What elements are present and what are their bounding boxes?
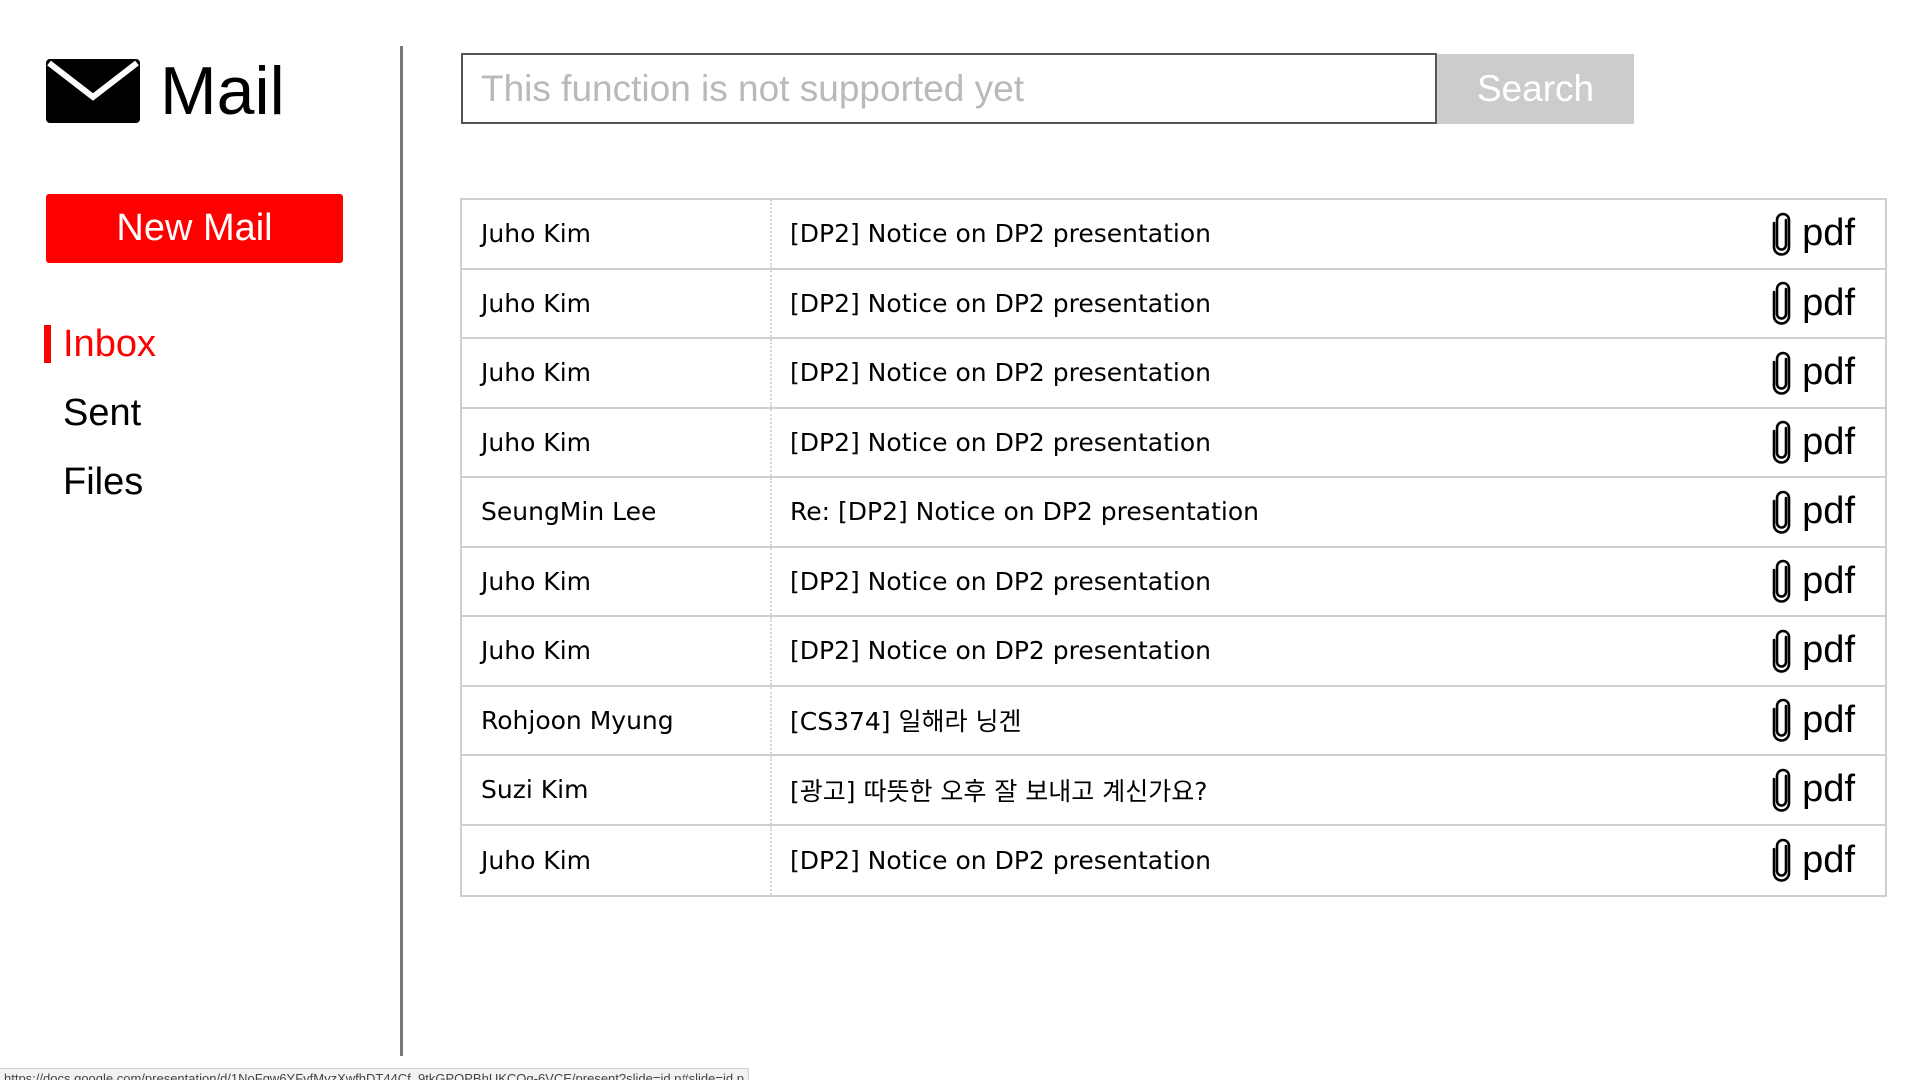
paperclip-icon — [1772, 698, 1791, 742]
mail-attachment[interactable]: pdf — [1770, 339, 1855, 407]
mail-attachment[interactable]: pdf — [1770, 478, 1855, 546]
sidebar-item-files[interactable]: Files — [44, 456, 156, 525]
mail-attachment[interactable]: pdf — [1770, 200, 1855, 268]
mail-sender: Suzi Kim — [462, 756, 772, 824]
paperclip-icon — [1772, 351, 1791, 395]
mail-sender: Juho Kim — [462, 269, 772, 337]
mail-subject: Re: [DP2] Notice on DP2 presentation — [790, 497, 1260, 527]
mail-row[interactable]: Juho Kim [DP2] Notice on DP2 presentation… — [462, 617, 1885, 687]
attachment-type-label: pdf — [1802, 559, 1855, 602]
mail-row[interactable]: Juho Kim [DP2] Notice on DP2 presentation… — [462, 200, 1885, 270]
envelope-icon — [46, 59, 140, 123]
mail-row[interactable]: Juho Kim [DP2] Notice on DP2 presentation… — [462, 339, 1885, 409]
attachment-type-label: pdf — [1802, 838, 1855, 881]
attachment-type-label: pdf — [1802, 351, 1855, 394]
paperclip-icon — [1772, 629, 1791, 673]
paperclip-icon — [1772, 490, 1791, 534]
mail-row[interactable]: Juho Kim [DP2] Notice on DP2 presentation… — [462, 825, 1885, 896]
mail-sender: Juho Kim — [462, 825, 772, 895]
attachment-type-label: pdf — [1802, 281, 1855, 324]
mail-row[interactable]: Rohjoon Myung [CS374] 일해라 닝겐 pdf — [462, 686, 1885, 756]
paperclip-icon — [1772, 420, 1791, 464]
mail-sender: Rohjoon Myung — [462, 686, 772, 754]
mail-subject: [광고] 따뜻한 오후 잘 보내고 계신가요? — [790, 776, 1208, 806]
mail-row[interactable]: SeungMin Lee Re: [DP2] Notice on DP2 pres… — [462, 478, 1885, 548]
sidebar-nav: Inbox Sent Files — [44, 318, 156, 525]
app-logo: Mail — [46, 52, 285, 130]
search-button[interactable]: Search — [1437, 54, 1634, 124]
attachment-type-label: pdf — [1802, 490, 1855, 533]
mail-list: Juho Kim [DP2] Notice on DP2 presentation… — [460, 198, 1887, 897]
mail-row[interactable]: Juho Kim [DP2] Notice on DP2 presentation… — [462, 269, 1885, 339]
mail-attachment[interactable]: pdf — [1770, 270, 1855, 338]
paperclip-icon — [1772, 838, 1791, 882]
app-title: Mail — [160, 53, 285, 129]
mail-row[interactable]: Juho Kim [DP2] Notice on DP2 presentation… — [462, 408, 1885, 478]
mail-attachment[interactable]: pdf — [1770, 409, 1855, 477]
mail-sender: Juho Kim — [462, 200, 772, 268]
attachment-type-label: pdf — [1802, 698, 1855, 741]
sidebar-item-inbox[interactable]: Inbox — [44, 318, 156, 387]
search-input[interactable] — [461, 53, 1437, 124]
sidebar-item-sent[interactable]: Sent — [44, 387, 156, 456]
mail-sender: Juho Kim — [462, 339, 772, 407]
new-mail-button[interactable]: New Mail — [46, 194, 343, 263]
mail-subject: [DP2] Notice on DP2 presentation — [790, 427, 1212, 457]
attachment-type-label: pdf — [1802, 629, 1855, 672]
attachment-type-label: pdf — [1802, 768, 1855, 811]
mail-subject: [DP2] Notice on DP2 presentation — [790, 636, 1212, 666]
mail-subject: [DP2] Notice on DP2 presentation — [790, 845, 1212, 875]
mail-sender: Juho Kim — [462, 617, 772, 685]
paperclip-icon — [1772, 212, 1791, 256]
paperclip-icon — [1772, 281, 1791, 325]
mail-attachment[interactable]: pdf — [1770, 548, 1855, 616]
status-bar-url: https://docs.google.com/presentation/d/1… — [0, 1068, 749, 1080]
mail-sender: Juho Kim — [462, 547, 772, 615]
attachment-type-label: pdf — [1802, 212, 1855, 255]
mail-subject: [DP2] Notice on DP2 presentation — [790, 219, 1212, 249]
mail-sender: Juho Kim — [462, 408, 772, 476]
paperclip-icon — [1772, 559, 1791, 603]
mail-attachment[interactable]: pdf — [1770, 826, 1855, 896]
mail-attachment[interactable]: pdf — [1770, 617, 1855, 685]
mail-attachment[interactable]: pdf — [1770, 687, 1855, 755]
mail-subject: [CS374] 일해라 닝겐 — [790, 707, 1022, 737]
mail-subject: [DP2] Notice on DP2 presentation — [790, 358, 1212, 388]
paperclip-icon — [1772, 768, 1791, 812]
mail-sender: SeungMin Lee — [462, 478, 772, 546]
sidebar-divider — [400, 46, 403, 1056]
attachment-type-label: pdf — [1802, 420, 1855, 463]
mail-attachment[interactable]: pdf — [1770, 756, 1855, 824]
mail-row[interactable]: Suzi Kim [광고] 따뜻한 오후 잘 보내고 계신가요? pdf — [462, 756, 1885, 826]
mail-subject: [DP2] Notice on DP2 presentation — [790, 288, 1212, 318]
mail-subject: [DP2] Notice on DP2 presentation — [790, 566, 1212, 596]
mail-row[interactable]: Juho Kim [DP2] Notice on DP2 presentation… — [462, 547, 1885, 617]
